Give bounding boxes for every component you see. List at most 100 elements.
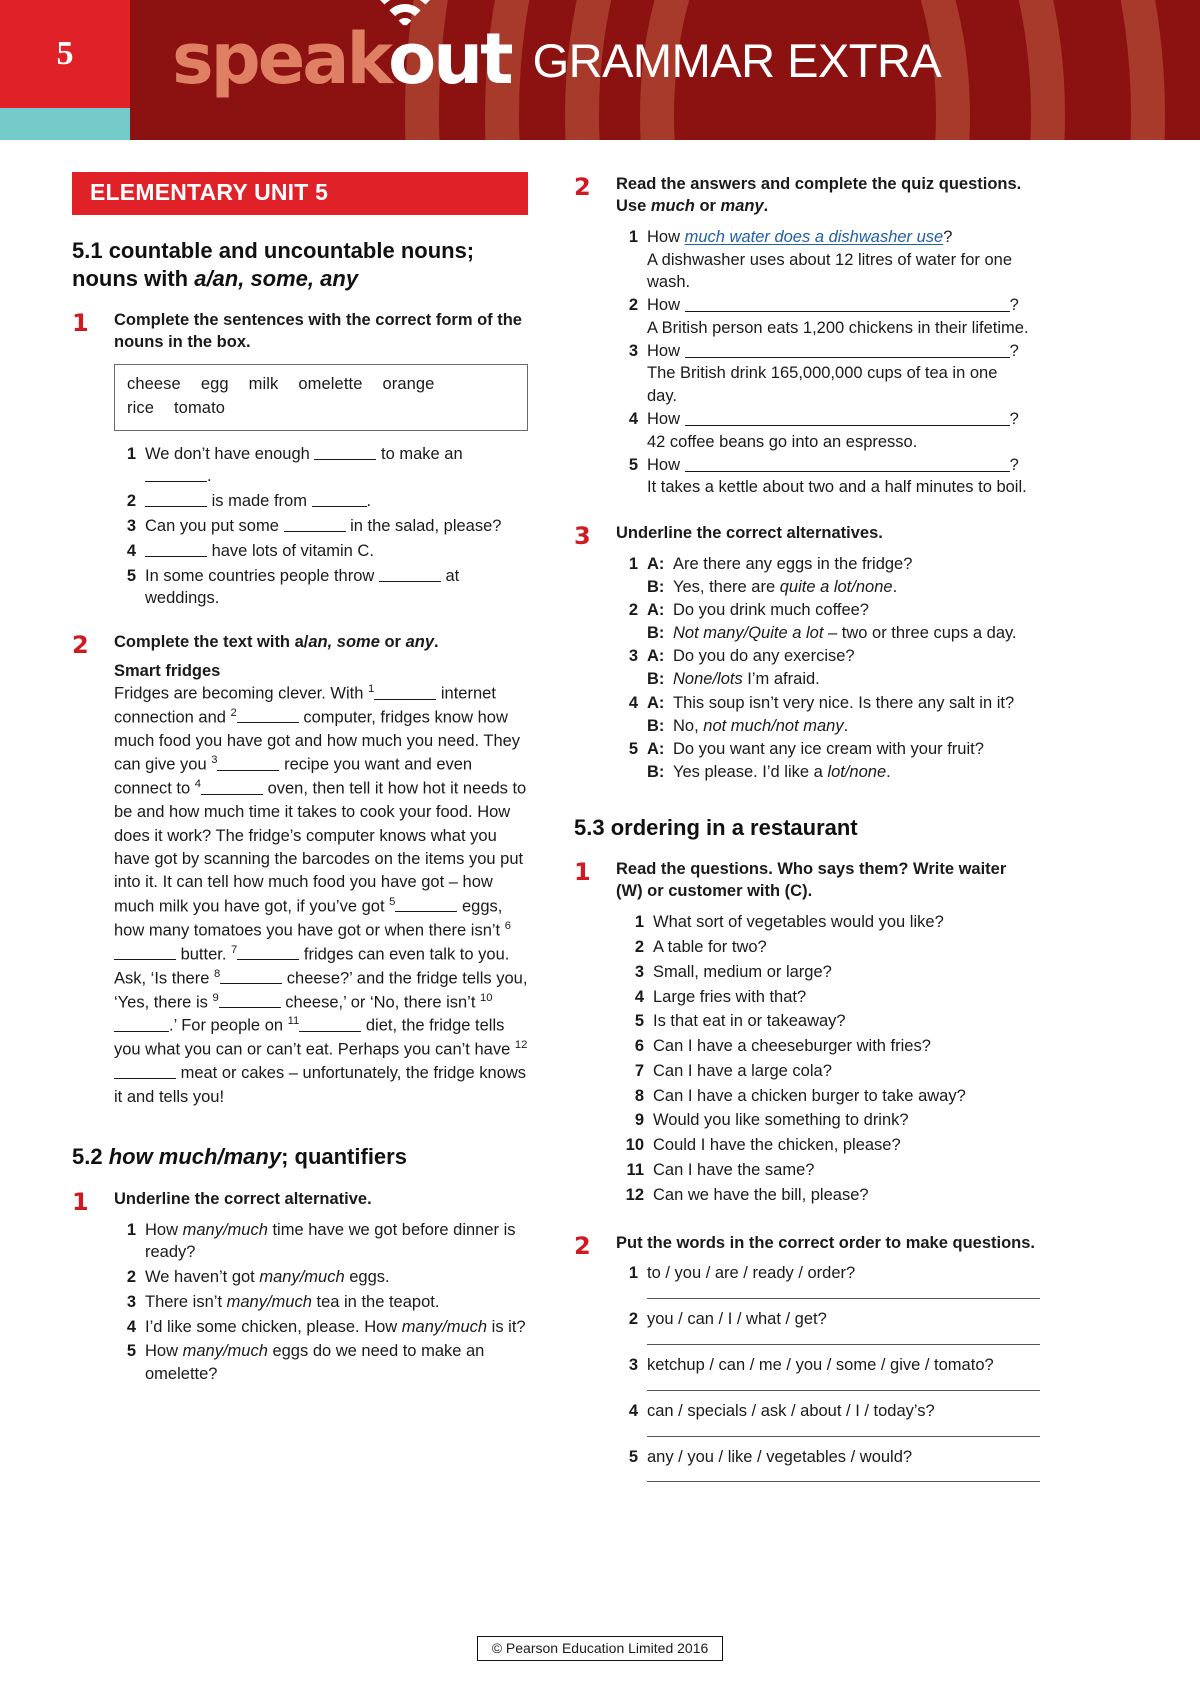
dialogue-text: Do you drink much coffee? xyxy=(673,601,869,620)
list-item[interactable]: 6 Can I have a cheeseburger with fries? xyxy=(616,1035,1030,1058)
fill-in-blank[interactable] xyxy=(374,684,437,700)
list-item[interactable]: 3 Small, medium or large? xyxy=(616,961,1030,984)
fill-in-blank[interactable] xyxy=(684,342,1010,358)
exercise-instruction: Underline the correct alternative. xyxy=(114,1189,372,1208)
fill-in-blank[interactable] xyxy=(145,492,207,508)
exercise-instruction: Put the words in the correct order to ma… xyxy=(616,1233,1035,1252)
fill-in-blank[interactable] xyxy=(378,566,441,582)
alternative-choice[interactable]: quite a lot/none xyxy=(780,578,893,596)
list-item[interactable]: 4 Large fries with that? xyxy=(616,986,1030,1009)
word-bank-item: omelette xyxy=(298,374,363,393)
fill-in-blank[interactable] xyxy=(114,944,176,961)
item-text-pre: We don’t have enough xyxy=(145,444,315,463)
dialogue-line-a: 4 A: This soup isn’t very nice. Is there a… xyxy=(616,692,1030,715)
list-item[interactable]: 1 What sort of vegetables would you like? xyxy=(616,911,1030,934)
fill-in-blank[interactable] xyxy=(684,456,1010,472)
alternative-choice[interactable]: not much/not many xyxy=(703,717,843,735)
fill-in-blank[interactable] xyxy=(218,992,281,1008)
word-bank-item: rice xyxy=(127,398,154,417)
alternative-choice[interactable]: Not many/Quite a lot xyxy=(673,624,823,642)
fill-in-blank[interactable] xyxy=(237,944,300,961)
list-item: 4 have lots of vitamin C. xyxy=(114,540,528,563)
fill-in-blank[interactable] xyxy=(220,968,283,985)
alternative-choice[interactable]: many/much xyxy=(227,1293,312,1311)
list-item[interactable]: 11 Can I have the same? xyxy=(616,1159,1030,1182)
word-order-item: 5 any / you / like / vegetables / would? xyxy=(616,1446,1040,1483)
list-item[interactable]: 1 How many/much time have we got before d… xyxy=(114,1219,528,1265)
item-text-post: tea in the teapot. xyxy=(311,1292,440,1311)
instruction-pre: Complete the text with a/ xyxy=(114,633,309,652)
list-item[interactable]: 2 We haven’t got many/much eggs. xyxy=(114,1266,528,1289)
alternative-choice[interactable]: many/much xyxy=(183,1221,268,1239)
fill-in-blank[interactable] xyxy=(114,1064,176,1080)
list-item[interactable]: 8 Can I have a chicken burger to take awa… xyxy=(616,1085,1030,1108)
alternative-choice[interactable]: lot/none xyxy=(827,763,886,781)
alternative-choice[interactable]: many/much xyxy=(183,1342,268,1360)
answer-write-line[interactable] xyxy=(647,1435,1040,1437)
alternative-choice[interactable]: None/lots xyxy=(673,670,743,688)
answer-write-line[interactable] xyxy=(647,1343,1040,1345)
exercise-5-1-2: 2 Complete the text with a/an, some or a… xyxy=(72,630,528,1109)
exercise-number: 1 xyxy=(72,309,89,337)
question-post: ? xyxy=(1009,410,1019,428)
instruction-mid: or xyxy=(694,196,721,215)
list-item[interactable]: 5 Is that eat in or takeaway? xyxy=(616,1010,1030,1033)
fill-in-blank[interactable] xyxy=(145,467,207,483)
answer-write-line[interactable] xyxy=(647,1298,1040,1300)
question-post: ? xyxy=(943,227,953,246)
quiz-item: 2 How ? A British person eats 1,200 chick… xyxy=(616,294,1030,340)
logo-speak-text: speak xyxy=(172,18,391,100)
section-5-1-title-line2-pre: nouns with xyxy=(72,265,195,291)
item-text: What sort of vegetables would you like? xyxy=(653,913,944,932)
list-item: 2 is made from . xyxy=(114,490,528,513)
fill-in-blank[interactable] xyxy=(395,897,458,913)
item-number: 4 xyxy=(628,1401,638,1420)
list-item[interactable]: 2 A table for two? xyxy=(616,936,1030,959)
list-item[interactable]: 3 There isn’t many/much tea in the teapot… xyxy=(114,1291,528,1314)
word-bank-box: cheese egg milk omelette orange rice tomato xyxy=(114,363,528,431)
answer-write-line[interactable] xyxy=(647,1389,1040,1391)
fill-in-blank[interactable] xyxy=(314,444,377,460)
exercise-5-3-1: 1 Read the questions. Who says them? Wri… xyxy=(574,857,1030,1208)
item-text-post: is it? xyxy=(487,1317,526,1336)
list-item[interactable]: 10 Could I have the chicken, please? xyxy=(616,1134,1030,1157)
list-item[interactable]: 4 I’d like some chicken, please. How many… xyxy=(114,1316,528,1339)
fill-in-blank[interactable] xyxy=(283,516,346,533)
item-number: 5 xyxy=(126,566,136,585)
fill-in-blank[interactable] xyxy=(217,755,280,771)
fill-in-blank[interactable] xyxy=(299,1016,362,1032)
speaker-label: B: xyxy=(647,716,665,735)
answer-write-line[interactable] xyxy=(647,1481,1040,1483)
fill-in-blank[interactable] xyxy=(114,1016,169,1032)
exercise-item-list: 1 What sort of vegetables would you like?… xyxy=(616,911,1030,1206)
fill-in-blank[interactable] xyxy=(145,541,207,557)
exercise-5-2-1: 1 Underline the correct alternative. 1 Ho… xyxy=(72,1187,528,1388)
list-item[interactable]: 5 How many/much eggs do we need to make a… xyxy=(114,1340,528,1386)
speaker-label: B: xyxy=(647,578,665,597)
fill-in-blank[interactable] xyxy=(684,297,1010,313)
item-text: How many/much time have we got before di… xyxy=(145,1219,528,1265)
word-order-prompt: 3 ketchup / can / me / you / some / give … xyxy=(616,1354,1040,1377)
speaker-label: B: xyxy=(647,670,665,689)
list-item[interactable]: 7 Can I have a large cola? xyxy=(616,1060,1030,1083)
dialogue-line-a: 5 A: Do you want any ice cream with your f… xyxy=(616,738,1030,761)
alternative-choice[interactable]: many/much xyxy=(402,1318,487,1336)
item-number: 1 xyxy=(628,1264,638,1283)
alternative-choice[interactable]: many/much xyxy=(259,1268,344,1286)
word-order-prompt: 2 you / can / I / what / get? xyxy=(616,1308,1040,1331)
item-text: Can I have the same? xyxy=(653,1160,815,1179)
quiz-item: 4 How ? 42 coffee beans go into an espres… xyxy=(616,408,1030,454)
section-heading-5-1: 5.1 countable and uncountable nouns; nou… xyxy=(72,237,528,292)
list-item[interactable]: 12 Can we have the bill, please? xyxy=(616,1184,1030,1207)
word-order-item: 2 you / can / I / what / get? xyxy=(616,1308,1040,1345)
fill-in-blank[interactable] xyxy=(684,410,1010,426)
item-text: We haven’t got many/much eggs. xyxy=(145,1266,528,1289)
item-number: 5 xyxy=(628,739,638,758)
fill-in-blank[interactable] xyxy=(311,492,367,508)
list-item[interactable]: 9 Would you like something to drink? xyxy=(616,1109,1030,1132)
fill-in-blank[interactable] xyxy=(200,779,263,795)
dialogue-text: Are there any eggs in the fridge? xyxy=(673,555,913,573)
fill-in-blank[interactable] xyxy=(236,708,299,724)
filled-answer[interactable]: much water does a dishwasher use xyxy=(685,228,944,246)
speaker-label: A: xyxy=(647,601,665,620)
